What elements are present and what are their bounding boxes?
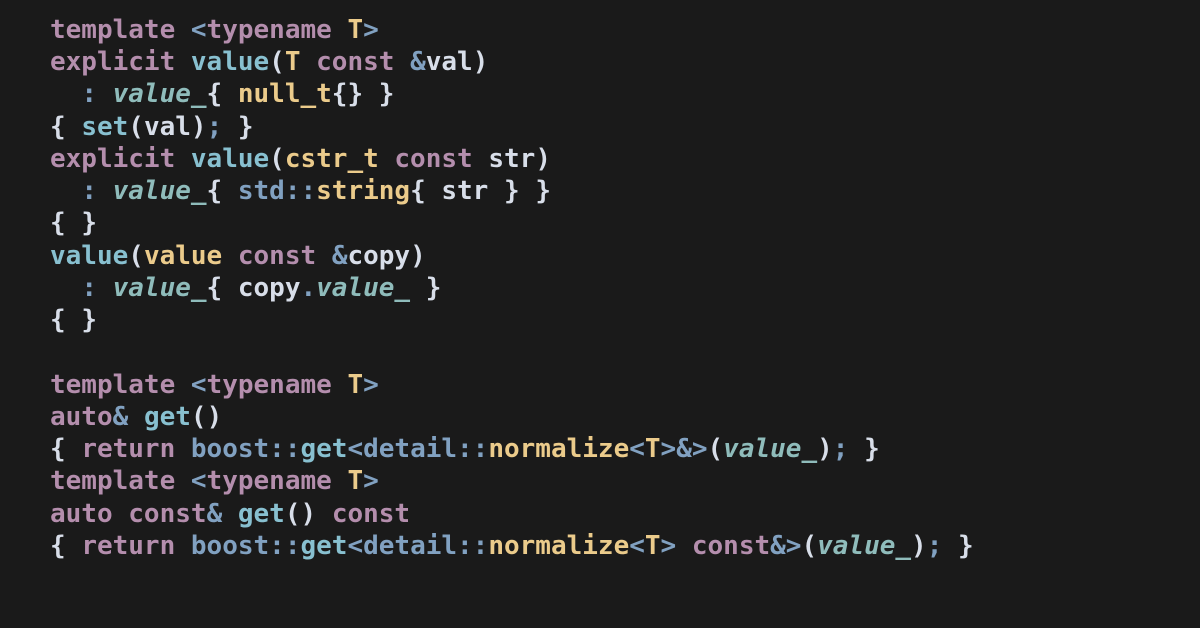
param-str: str <box>488 144 535 174</box>
keyword-auto: auto <box>50 402 113 432</box>
type-T: T <box>347 15 363 45</box>
line: template <typename T> <box>50 466 379 496</box>
code-block: template <typename T> explicit value(T c… <box>0 0 1200 562</box>
blank-line <box>50 337 66 367</box>
line: explicit value(T const &val) <box>50 47 488 77</box>
line: { set(val); } <box>50 112 254 142</box>
line: { } <box>50 208 97 238</box>
line: { } <box>50 305 97 335</box>
ns-detail: detail <box>363 434 457 464</box>
line: : value_{ std::string{ str } } <box>50 176 551 206</box>
type-value: value <box>144 241 222 271</box>
line: : value_{ null_t{} } <box>50 79 394 109</box>
type-normalize: normalize <box>488 434 629 464</box>
member-value: value_ <box>113 79 207 109</box>
ns-std: std <box>238 176 285 206</box>
fn-get: get <box>144 402 191 432</box>
line: template <typename T> <box>50 15 379 45</box>
param-copy: copy <box>347 241 410 271</box>
type-cstr_t: cstr_t <box>285 144 379 174</box>
line: : value_{ copy.value_ } <box>50 273 441 303</box>
fn-set: set <box>81 112 128 142</box>
keyword-template: template <box>50 15 175 45</box>
keyword-explicit: explicit <box>50 47 175 77</box>
keyword-typename: typename <box>207 15 332 45</box>
line: auto& get() <box>50 402 222 432</box>
ctor-name: value <box>191 47 269 77</box>
line: { return boost::get<detail::normalize<T>… <box>50 434 880 464</box>
line: { return boost::get<detail::normalize<T>… <box>50 531 974 561</box>
type-string: string <box>316 176 410 206</box>
line: explicit value(cstr_t const str) <box>50 144 551 174</box>
param-val: val <box>426 47 473 77</box>
line: value(value const &copy) <box>50 241 426 271</box>
line: template <typename T> <box>50 370 379 400</box>
type-null_t: null_t <box>238 79 332 109</box>
ns-boost: boost <box>191 434 269 464</box>
keyword-return: return <box>81 434 175 464</box>
line: auto const& get() const <box>50 499 410 529</box>
